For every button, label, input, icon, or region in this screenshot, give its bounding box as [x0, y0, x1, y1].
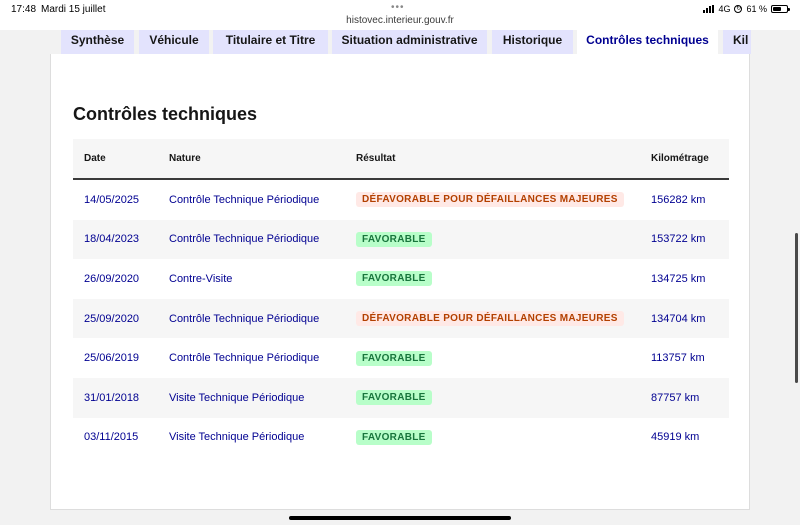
table-row: 18/04/2023 Contrôle Technique Périodique… [73, 219, 729, 260]
result-badge: FAVORABLE [356, 390, 432, 406]
cell-nature: Contre-Visite [169, 272, 233, 285]
battery-icon [771, 5, 790, 13]
cell-date: 03/11/2015 [84, 431, 139, 444]
tab-historique[interactable]: Historique [492, 30, 573, 54]
cell-date: 25/09/2020 [84, 312, 140, 325]
status-date: Mardi 15 juillet [41, 4, 106, 15]
table-body: 14/05/2025 Contrôle Technique Périodique… [73, 180, 729, 457]
cell-nature: Contrôle Technique Périodique [169, 312, 320, 325]
table-row: 26/09/2020 Contre-Visite FAVORABLE 13472… [73, 259, 729, 299]
tab-bar: Synthèse Véhicule Titulaire et Titre Sit… [0, 30, 800, 54]
cell-result: FAVORABLE [356, 418, 432, 458]
section-title: Contrôles techniques [73, 104, 258, 124]
orientation-lock-icon: ↻ [734, 5, 743, 13]
cell-result: FAVORABLE [356, 338, 432, 378]
tab-controles-techniques[interactable]: Contrôles techniques [577, 30, 718, 54]
result-badge: FAVORABLE [356, 271, 432, 287]
battery-level [773, 7, 781, 11]
header-date: Date [84, 153, 106, 164]
table-row: 25/09/2020 Contrôle Technique Périodique… [73, 298, 729, 339]
result-badge: DÉFAVORABLE POUR DÉFAILLANCES MAJEURES [356, 192, 624, 208]
battery-percent: 61 % [746, 4, 767, 14]
cell-result: FAVORABLE [356, 378, 432, 418]
status-bar: 17:48 Mardi 15 juillet ••• histovec.inte… [0, 0, 800, 30]
cell-result: FAVORABLE [356, 220, 432, 260]
cell-date: 25/06/2019 [84, 352, 140, 365]
cell-nature: Contrôle Technique Périodique [169, 233, 320, 246]
result-badge: FAVORABLE [356, 429, 432, 445]
cell-km: 113757 km [651, 352, 705, 365]
table-row: 31/01/2018 Visite Technique Périodique F… [73, 377, 729, 418]
header-result: Résultat [356, 153, 396, 164]
table-row: 25/06/2019 Contrôle Technique Périodique… [73, 338, 729, 378]
cell-result: FAVORABLE [356, 259, 432, 299]
cell-result: DÉFAVORABLE POUR DÉFAILLANCES MAJEURES [356, 299, 624, 339]
status-time: 17:48 [11, 4, 37, 15]
cell-nature: Visite Technique Périodique [169, 391, 305, 404]
cell-nature: Contrôle Technique Périodique [169, 193, 320, 206]
more-dots-icon[interactable]: ••• [391, 2, 405, 13]
tab-titulaire-et-titre[interactable]: Titulaire et Titre [213, 30, 328, 54]
header-nature: Nature [169, 153, 201, 164]
cell-km: 87757 km [651, 391, 700, 404]
result-badge: FAVORABLE [356, 350, 432, 366]
tab-vehicule[interactable]: Véhicule [139, 30, 209, 54]
result-badge: DÉFAVORABLE POUR DÉFAILLANCES MAJEURES [356, 311, 624, 327]
cell-result: DÉFAVORABLE POUR DÉFAILLANCES MAJEURES [356, 180, 624, 220]
cell-nature: Contrôle Technique Périodique [169, 352, 320, 365]
scrollbar[interactable] [795, 233, 798, 383]
network-label: 4G [718, 4, 731, 14]
cell-km: 134725 km [651, 272, 706, 285]
cell-km: 45919 km [651, 431, 700, 444]
cell-km: 134704 km [651, 312, 706, 325]
table-row: 03/11/2015 Visite Technique Périodique F… [73, 418, 729, 458]
cell-date: 18/04/2023 [84, 233, 140, 246]
tab-kilometrage[interactable]: Kil [723, 30, 751, 54]
result-badge: FAVORABLE [356, 231, 432, 247]
signal-icon [703, 5, 715, 13]
cell-nature: Visite Technique Périodique [169, 431, 305, 444]
cell-km: 153722 km [651, 233, 706, 246]
cell-km: 156282 km [651, 193, 706, 206]
table-row: 14/05/2025 Contrôle Technique Périodique… [73, 180, 729, 220]
cell-date: 14/05/2025 [84, 193, 140, 206]
home-indicator[interactable] [289, 516, 511, 520]
tab-situation-administrative[interactable]: Situation administrative [332, 30, 487, 54]
cell-date: 31/01/2018 [84, 391, 140, 404]
address-bar-url[interactable]: histovec.interieur.gouv.fr [0, 15, 800, 26]
tab-synthese[interactable]: Synthèse [61, 30, 134, 54]
table-header: Date Nature Résultat Kilométrage [73, 139, 729, 180]
header-km: Kilométrage [651, 153, 709, 164]
status-indicators: 4G ↻ 61 % [703, 4, 790, 14]
controles-table: Date Nature Résultat Kilométrage 14/05/2… [73, 139, 729, 457]
cell-date: 26/09/2020 [84, 272, 140, 285]
content-panel: Contrôles techniques Date Nature Résulta… [50, 54, 750, 510]
